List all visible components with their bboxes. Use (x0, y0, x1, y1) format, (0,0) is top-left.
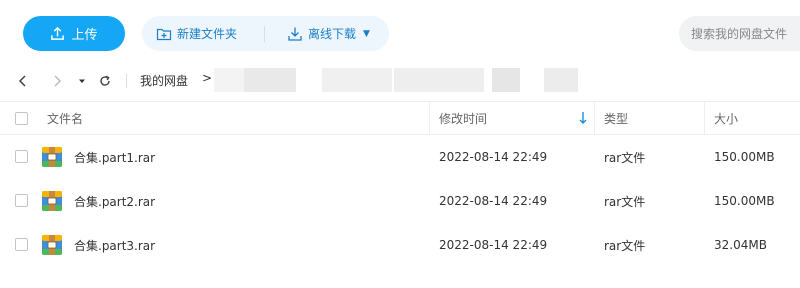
upload-button[interactable]: 上传 (23, 16, 125, 51)
row-checkbox[interactable] (15, 194, 28, 207)
column-header-type[interactable]: 类型 (604, 102, 628, 134)
refresh-button[interactable] (94, 70, 116, 92)
caret-down-icon (79, 79, 85, 83)
table-row[interactable]: 合集.part3.rar 2022-08-14 22:49 rar文件 32.0… (0, 223, 800, 267)
file-size: 32.04MB (714, 238, 767, 252)
blurred-breadcrumb (214, 68, 600, 92)
new-folder-icon (156, 28, 172, 40)
file-type: rar文件 (604, 194, 646, 209)
file-name[interactable]: 合集.part2.rar (74, 179, 155, 223)
file-modified: 2022-08-14 22:49 (439, 238, 548, 252)
forward-button[interactable] (46, 70, 68, 92)
upload-button-label: 上传 (71, 28, 98, 43)
history-dropdown[interactable] (71, 70, 93, 92)
navigation-bar: 我的网盘 > (0, 66, 800, 96)
new-folder-label: 新建文件夹 (177, 27, 238, 41)
file-name[interactable]: 合集.part1.rar (74, 135, 155, 179)
select-all-checkbox[interactable] (15, 112, 28, 125)
toolbar: 上传 新建文件夹 离线下载 ▼ 搜索我的网盘文件 (0, 0, 800, 66)
column-divider (594, 102, 595, 134)
search-input[interactable]: 搜索我的网盘文件 (679, 16, 800, 51)
file-size: 150.00MB (714, 194, 775, 208)
breadcrumb-root[interactable]: 我的网盘 (140, 72, 188, 89)
nav-divider (126, 74, 127, 88)
column-header-modified[interactable]: 修改时间 (439, 102, 487, 134)
breadcrumb-separator: > (202, 71, 213, 85)
back-arrow-icon (18, 75, 26, 87)
file-type: rar文件 (604, 150, 646, 165)
offline-download-button[interactable]: 离线下载 ▼ (265, 16, 370, 51)
column-divider (704, 102, 705, 134)
row-checkbox[interactable] (15, 238, 28, 251)
refresh-icon (100, 75, 110, 86)
table-row[interactable]: 合集.part2.rar 2022-08-14 22:49 rar文件 150.… (0, 179, 800, 223)
column-header-size[interactable]: 大小 (714, 102, 738, 134)
file-modified: 2022-08-14 22:49 (439, 194, 548, 208)
file-table: 文件名 修改时间 类型 大小 合集.part1.rar 2022-08-14 2 (0, 101, 800, 267)
rar-archive-icon (42, 235, 62, 255)
search-placeholder: 搜索我的网盘文件 (691, 27, 788, 41)
download-icon (288, 27, 302, 41)
upload-icon (51, 26, 65, 40)
table-header: 文件名 修改时间 类型 大小 (0, 101, 800, 135)
caret-down-icon: ▼ (363, 28, 370, 39)
column-header-name[interactable]: 文件名 (47, 102, 83, 134)
new-folder-button[interactable]: 新建文件夹 (142, 16, 264, 51)
table-row[interactable]: 合集.part1.rar 2022-08-14 22:49 rar文件 150.… (0, 135, 800, 179)
file-type: rar文件 (604, 238, 646, 253)
netdisk-file-page: 上传 新建文件夹 离线下载 ▼ 搜索我的网盘文件 我的网盘 > 文件名 修改时间… (0, 0, 800, 288)
file-size: 150.00MB (714, 150, 775, 164)
row-checkbox[interactable] (15, 150, 28, 163)
sort-down-arrow-icon[interactable] (578, 111, 588, 125)
action-group: 新建文件夹 离线下载 ▼ (142, 16, 389, 51)
column-divider (429, 102, 430, 134)
file-modified: 2022-08-14 22:49 (439, 150, 548, 164)
offline-download-label: 离线下载 (308, 27, 357, 41)
rar-archive-icon (42, 147, 62, 167)
rar-archive-icon (42, 191, 62, 211)
forward-arrow-icon (54, 75, 62, 87)
back-button[interactable] (12, 70, 34, 92)
file-name[interactable]: 合集.part3.rar (74, 223, 155, 267)
